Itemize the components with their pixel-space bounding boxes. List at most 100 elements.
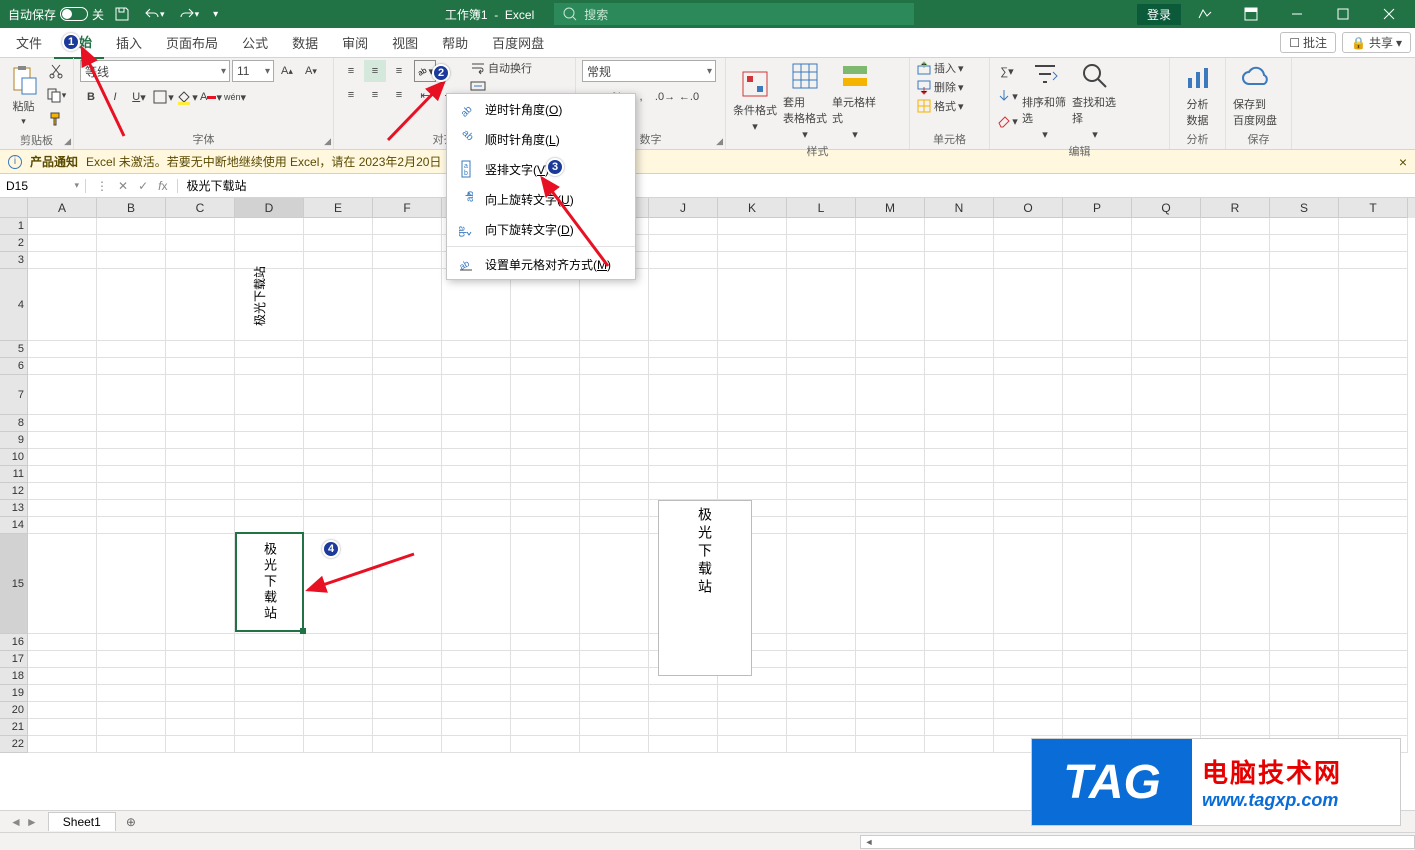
cell[interactable] [1339,702,1408,719]
cell[interactable] [235,415,304,432]
cell[interactable] [28,668,97,685]
cell[interactable] [580,651,649,668]
cell[interactable] [28,483,97,500]
cell[interactable] [373,341,442,358]
cell[interactable] [304,500,373,517]
cell[interactable] [304,269,373,341]
cell[interactable] [511,517,580,534]
cell[interactable] [1270,668,1339,685]
cell[interactable] [442,466,511,483]
decrease-decimal-button[interactable]: ←.0 [678,86,700,108]
cell[interactable] [304,634,373,651]
cell[interactable] [373,218,442,235]
clear-button[interactable]: ▾ [996,110,1018,132]
cell[interactable] [1270,358,1339,375]
cell[interactable] [1132,466,1201,483]
cell[interactable] [856,736,925,753]
cell[interactable] [1270,449,1339,466]
col-header-B[interactable]: B [97,198,166,218]
format-painter-button[interactable] [45,108,67,130]
close-button[interactable] [1367,0,1411,28]
cell[interactable] [304,449,373,466]
cell[interactable] [373,651,442,668]
cell[interactable] [442,415,511,432]
cell[interactable] [787,466,856,483]
cell[interactable] [787,269,856,341]
cell[interactable] [97,517,166,534]
cell[interactable] [235,651,304,668]
cell[interactable] [1201,719,1270,736]
cell[interactable] [994,702,1063,719]
cell[interactable] [235,668,304,685]
cell[interactable] [373,517,442,534]
cell[interactable] [304,668,373,685]
cell[interactable] [304,651,373,668]
cell[interactable] [994,375,1063,415]
cell[interactable] [235,375,304,415]
cell[interactable] [856,702,925,719]
tab-formulas[interactable]: 公式 [230,27,280,58]
cell[interactable] [97,500,166,517]
underline-button[interactable]: U▾ [128,86,150,108]
cell[interactable] [718,358,787,375]
cell[interactable] [442,534,511,634]
cell[interactable] [1270,466,1339,483]
cell[interactable] [166,218,235,235]
cell[interactable] [166,432,235,449]
cell[interactable] [718,736,787,753]
cell[interactable] [1339,375,1408,415]
row-header-12[interactable]: 12 [0,483,28,500]
row-header-11[interactable]: 11 [0,466,28,483]
cell[interactable] [97,651,166,668]
cell[interactable] [511,500,580,517]
cell[interactable] [1132,685,1201,702]
cell[interactable] [442,668,511,685]
cell[interactable] [925,534,994,634]
cell[interactable] [304,415,373,432]
cell[interactable] [1339,634,1408,651]
cell[interactable] [856,449,925,466]
cell[interactable] [1339,235,1408,252]
cell[interactable] [994,685,1063,702]
cell[interactable] [1063,702,1132,719]
phonetic-button[interactable]: wén▾ [224,86,246,108]
selected-cell-d15[interactable]: 极光下载站 [235,532,304,632]
cell[interactable] [1201,668,1270,685]
align-left-button[interactable]: ≡ [340,84,362,106]
cell[interactable] [511,651,580,668]
cell[interactable] [1270,685,1339,702]
cell[interactable] [1339,449,1408,466]
cell[interactable] [373,415,442,432]
cell[interactable] [787,719,856,736]
cell[interactable] [97,534,166,634]
cell[interactable] [304,466,373,483]
login-button[interactable]: 登录 [1137,4,1181,25]
tab-view[interactable]: 视图 [380,27,430,58]
textbox-shape[interactable]: 极光下载站 [658,500,752,676]
cell[interactable] [1132,358,1201,375]
cell[interactable] [856,719,925,736]
col-header-T[interactable]: T [1339,198,1408,218]
cell[interactable] [925,668,994,685]
cell[interactable] [580,358,649,375]
cell[interactable] [1132,483,1201,500]
cell[interactable] [373,483,442,500]
sheet-prev-button[interactable]: ◄ [10,815,22,829]
row-header-6[interactable]: 6 [0,358,28,375]
coming-soon-icon[interactable] [1183,0,1227,28]
row-header-17[interactable]: 17 [0,651,28,668]
cell[interactable] [304,685,373,702]
col-header-K[interactable]: K [718,198,787,218]
cut-button[interactable] [45,60,67,82]
cell[interactable] [994,218,1063,235]
cell[interactable] [166,534,235,634]
cell[interactable] [925,719,994,736]
cell[interactable] [787,634,856,651]
add-sheet-button[interactable]: ⊕ [116,815,146,829]
tab-layout[interactable]: 页面布局 [154,27,230,58]
col-header-F[interactable]: F [373,198,442,218]
search-box[interactable]: 搜索 [554,3,914,25]
cell[interactable] [1201,341,1270,358]
cell[interactable] [28,432,97,449]
cell[interactable] [442,341,511,358]
